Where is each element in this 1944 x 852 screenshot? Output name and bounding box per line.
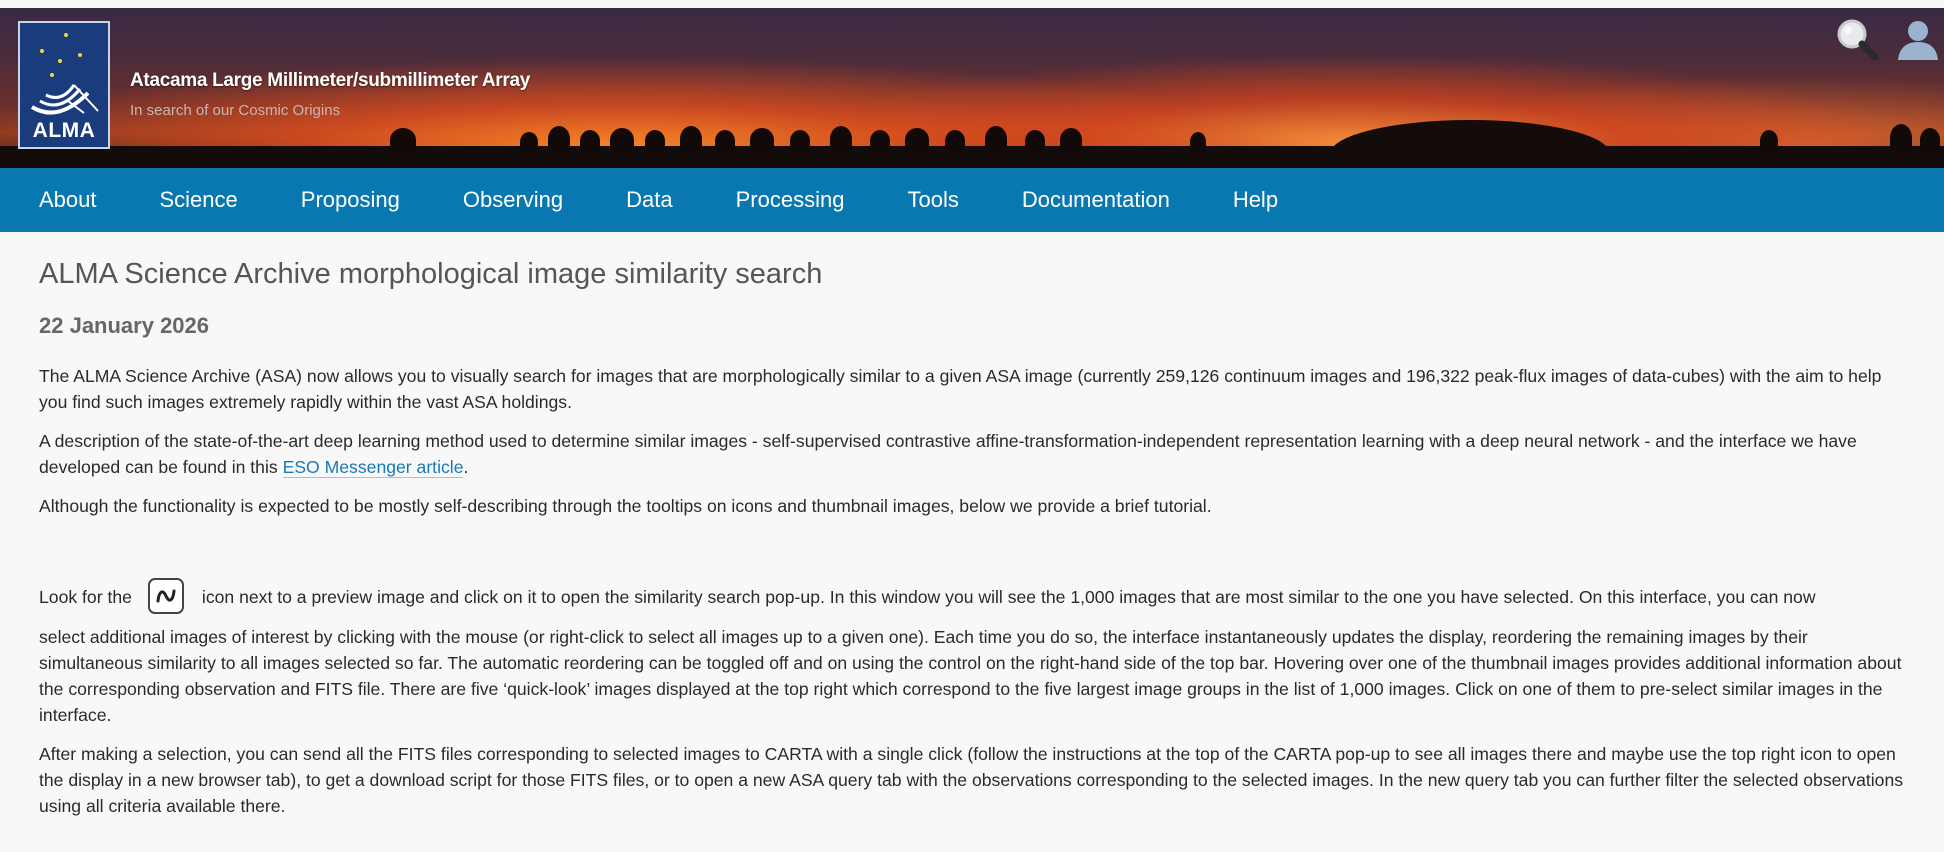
antenna-silhouette — [790, 130, 810, 152]
nav-item-help[interactable]: Help — [1233, 187, 1278, 213]
antenna-silhouette — [645, 130, 665, 152]
similarity-icon — [147, 578, 184, 615]
antenna-silhouette — [830, 126, 852, 152]
antenna-silhouette — [1025, 130, 1045, 152]
antenna-logo-icon — [30, 84, 99, 115]
article-content: ALMA Science Archive morphological image… — [39, 232, 1905, 819]
search-icon[interactable] — [1834, 16, 1880, 62]
antenna-silhouette — [870, 130, 890, 152]
page-title: ALMA Science Archive morphological image… — [39, 258, 823, 290]
nav-item-tools[interactable]: Tools — [907, 187, 958, 213]
nav-item-data[interactable]: Data — [626, 187, 672, 213]
antenna-silhouette — [1920, 128, 1940, 152]
site-banner: ALMA Atacama Large Millimeter/submillime… — [0, 8, 1944, 168]
logo-text: ALMA — [32, 119, 96, 142]
nav-item-about[interactable]: About — [39, 187, 97, 213]
antenna-silhouette — [520, 132, 538, 152]
user-icon[interactable] — [1894, 16, 1940, 62]
paragraph-text: select additional images of interest by … — [39, 627, 1902, 725]
nav-item-science[interactable]: Science — [160, 187, 238, 213]
eso-messenger-link[interactable]: ESO Messenger article — [282, 457, 464, 478]
nav-item-proposing[interactable]: Proposing — [301, 187, 400, 213]
page: ALMA Atacama Large Millimeter/submillime… — [0, 0, 1944, 852]
antenna-silhouette — [715, 130, 735, 152]
antenna-silhouette — [905, 128, 929, 152]
alma-logo[interactable]: ALMA — [18, 21, 110, 149]
nav-item-observing[interactable]: Observing — [463, 187, 563, 213]
star-icon — [58, 59, 62, 63]
star-icon — [78, 53, 82, 57]
paragraph-carta: After making a selection, you can send a… — [39, 744, 1904, 816]
paragraph-tutorial: Look for the icon next to a preview image… — [39, 574, 1905, 728]
site-subtitle: In search of our Cosmic Origins — [130, 102, 341, 119]
antenna-silhouette — [580, 130, 600, 152]
paragraph-text: Look for the — [39, 587, 132, 607]
article-date: 22 January 2026 — [39, 313, 210, 338]
antenna-silhouette — [945, 130, 965, 152]
antenna-silhouette — [1190, 132, 1206, 152]
antenna-silhouette — [548, 126, 570, 152]
main-nav: About Science Proposing Observing Data P… — [0, 168, 1944, 232]
banner-ground — [0, 146, 1944, 168]
antenna-silhouette — [390, 128, 416, 152]
star-icon — [64, 33, 68, 37]
antenna-silhouette — [680, 126, 702, 152]
nav-item-documentation[interactable]: Documentation — [1022, 187, 1170, 213]
site-title[interactable]: Atacama Large Millimeter/submillimeter A… — [130, 70, 530, 92]
antenna-silhouette — [1890, 124, 1912, 152]
paragraph-method: A description of the state-of-the-art de… — [39, 428, 1905, 480]
paragraph-text: . — [463, 457, 469, 477]
paragraph-tutorial-intro: Although the functionality is expected t… — [39, 496, 1212, 516]
paragraph-text: icon next to a preview image and click o… — [201, 587, 1816, 607]
star-icon — [40, 49, 44, 53]
paragraph-intro: The ALMA Science Archive (ASA) now allow… — [39, 366, 1882, 412]
antenna-silhouette — [1060, 128, 1082, 152]
antenna-silhouette — [1760, 130, 1778, 152]
antenna-silhouette — [985, 126, 1007, 152]
antenna-silhouette — [610, 128, 634, 152]
nav-item-processing[interactable]: Processing — [736, 187, 845, 213]
antenna-silhouette — [750, 128, 774, 152]
